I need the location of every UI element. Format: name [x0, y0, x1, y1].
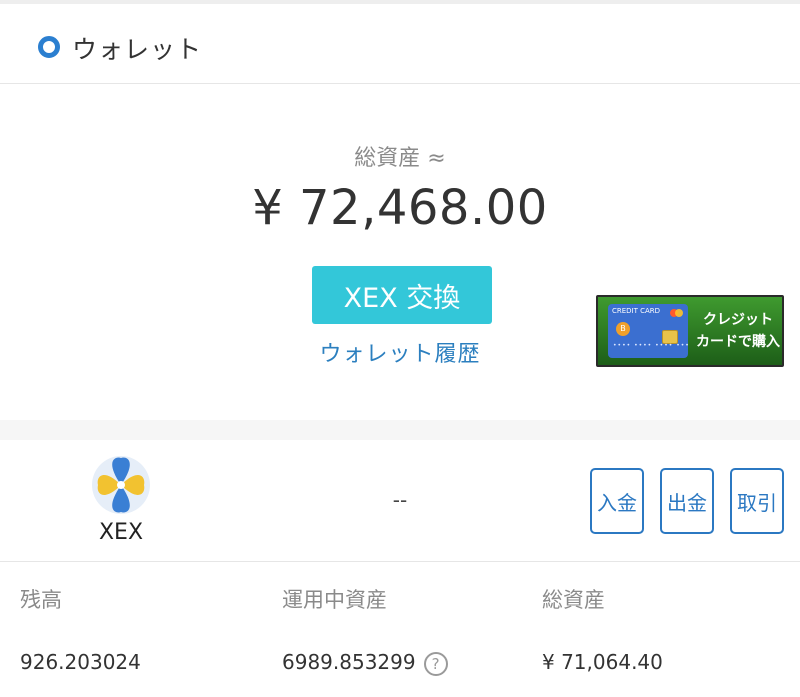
coin-name: XEX — [98, 520, 144, 545]
help-icon[interactable]: ? — [423, 651, 448, 676]
bitcoin-icon: B — [616, 322, 630, 336]
balance-value: 926.203024 — [20, 650, 141, 674]
header-bar: ウォレット — [0, 0, 800, 84]
xex-logo-icon — [92, 456, 150, 514]
card-number-dots: •••• •••• •••• •••• — [613, 342, 688, 349]
circle-icon — [38, 36, 60, 58]
credit-card-purchase-banner[interactable]: CREDIT CARD B •••• •••• •••• •••• クレジット … — [596, 295, 784, 367]
asset-stats: 残高 運用中資産 総資産 926.203024 6989.853299? ¥ 7… — [0, 562, 800, 697]
withdraw-button[interactable]: 出金 — [660, 468, 714, 534]
total-value: ¥ 71,064.40 — [542, 650, 663, 674]
credit-card-image: CREDIT CARD B •••• •••• •••• •••• — [608, 304, 688, 358]
trade-button[interactable]: 取引 — [730, 468, 784, 534]
total-assets-value: ¥ 72,468.00 — [252, 180, 548, 236]
wallet-page: ウォレット 総資産 ≈ ¥ 72,468.00 XEX 交換 ウォレット履歴 C… — [0, 0, 800, 697]
page-title: ウォレット — [72, 35, 203, 64]
total-assets-label: 総資産 ≈ — [354, 146, 446, 171]
section-divider — [0, 420, 800, 440]
staking-value: 6989.853299 — [282, 650, 416, 674]
card-brand-logo-overlap — [675, 309, 683, 317]
asset-middle-value: -- — [392, 488, 408, 512]
staking-label: 運用中資産 — [282, 588, 387, 612]
staking-value-wrap: 6989.853299? — [282, 650, 448, 676]
xex-exchange-button[interactable]: XEX 交換 — [312, 266, 492, 324]
asset-summary: 総資産 ≈ ¥ 72,468.00 XEX 交換 ウォレット履歴 CREDIT … — [0, 84, 800, 420]
balance-label: 残高 — [20, 588, 62, 612]
total-label: 総資産 — [542, 588, 605, 612]
banner-line-2: カードで購入 — [696, 334, 780, 350]
credit-card-banner-text: クレジット カードで購入 — [694, 309, 782, 353]
asset-row-xex: XEX -- 入金 出金 取引 — [0, 440, 800, 562]
credit-card-label: CREDIT CARD — [612, 307, 661, 315]
banner-line-1: クレジット — [703, 312, 773, 328]
deposit-button[interactable]: 入金 — [590, 468, 644, 534]
